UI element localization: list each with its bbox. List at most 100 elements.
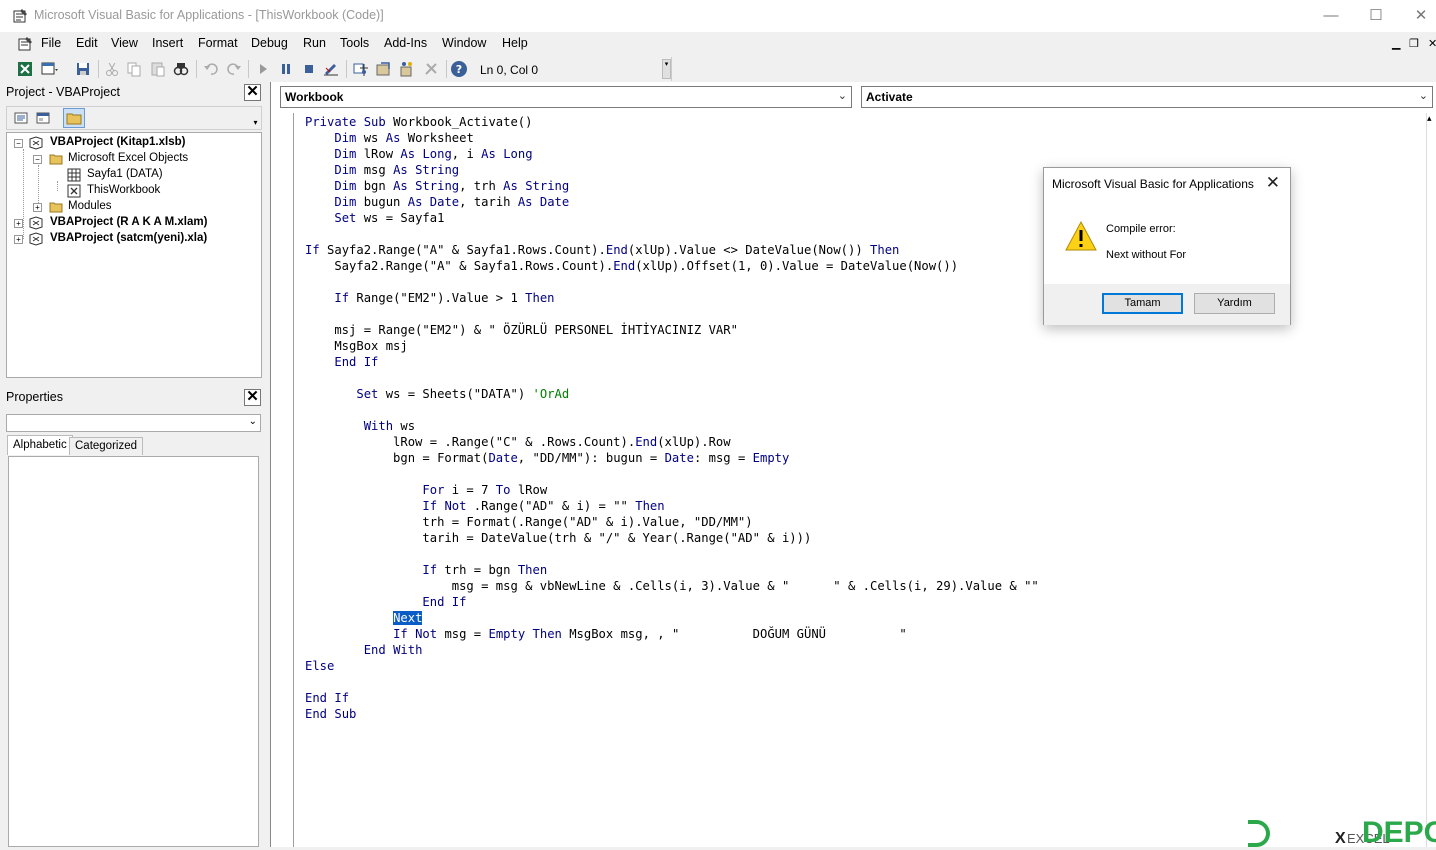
menu-view[interactable]: View <box>111 36 138 50</box>
code-line[interactable] <box>305 402 1039 418</box>
ok-button[interactable]: Tamam <box>1102 293 1183 314</box>
tree-item-sayfa1[interactable]: Sayfa1 (DATA) <box>87 168 163 180</box>
tree-expand-toggle[interactable]: + <box>33 203 42 212</box>
view-code-icon[interactable] <box>13 110 29 126</box>
menu-add-ins[interactable]: Add-Ins <box>384 36 427 50</box>
code-line[interactable]: Sayfa2.Range("A" & Sayfa1.Rows.Count).En… <box>305 258 1039 274</box>
code-line[interactable]: If Not msg = Empty Then MsgBox msg, , " … <box>305 626 1039 642</box>
break-icon[interactable] <box>277 60 295 78</box>
menu-run[interactable]: Run <box>303 36 326 50</box>
code-line[interactable] <box>305 274 1039 290</box>
code-line[interactable]: If Not .Range("AD" & i) = "" Then <box>305 498 1039 514</box>
code-line[interactable]: bgn = Format(Date, "DD/MM"): bugun = Dat… <box>305 450 1039 466</box>
mdi-close-button[interactable]: ✕ <box>1428 37 1436 50</box>
copy-icon[interactable] <box>125 60 143 78</box>
code-line[interactable] <box>305 306 1039 322</box>
tree-collapse-toggle[interactable]: − <box>33 155 42 164</box>
redo-icon[interactable] <box>225 60 243 78</box>
object-browser-icon[interactable] <box>398 60 416 78</box>
code-line[interactable]: Dim ws As Worksheet <box>305 130 1039 146</box>
code-line[interactable] <box>305 466 1039 482</box>
code-line[interactable]: If Sayfa2.Range("A" & Sayfa1.Rows.Count)… <box>305 242 1039 258</box>
code-line[interactable]: Private Sub Workbook_Activate() <box>305 114 1039 130</box>
menu-tools[interactable]: Tools <box>340 36 369 50</box>
code-line[interactable]: MsgBox msj <box>305 338 1039 354</box>
menu-format[interactable]: Format <box>198 36 238 50</box>
code-line[interactable]: Dim bgn As String, trh As String <box>305 178 1039 194</box>
code-line[interactable]: Dim msg As String <box>305 162 1039 178</box>
code-line[interactable]: For i = 7 To lRow <box>305 482 1039 498</box>
code-line[interactable] <box>305 226 1039 242</box>
reset-icon[interactable] <box>300 60 318 78</box>
undo-icon[interactable] <box>202 60 220 78</box>
close-window-button[interactable]: ✕ <box>1398 4 1436 28</box>
tree-item-thisworkbook[interactable]: ThisWorkbook <box>87 184 160 196</box>
menu-edit[interactable]: Edit <box>76 36 98 50</box>
properties-object-select[interactable]: ⌄ <box>6 414 261 432</box>
dialog-close-button[interactable]: ✕ <box>1266 173 1280 193</box>
code-line[interactable]: msj = Range("EM2") & " ÖZÜRLÜ PERSONEL İ… <box>305 322 1039 338</box>
code-line[interactable] <box>305 674 1039 690</box>
tab-categorized[interactable]: Categorized <box>69 437 144 455</box>
code-line[interactable]: If Range("EM2").Value > 1 Then <box>305 290 1039 306</box>
code-line[interactable]: Set ws = Sheets("DATA") 'OrAd <box>305 386 1039 402</box>
mdi-minimize-button[interactable]: ▁ <box>1392 37 1400 50</box>
tree-item-modules[interactable]: Modules <box>68 200 111 212</box>
view-object-icon[interactable] <box>35 110 51 126</box>
toolbox-icon[interactable] <box>422 60 440 78</box>
help-icon[interactable]: ? <box>450 60 468 78</box>
tree-item-vbaproject-satcm[interactable]: VBAProject (satcm(yeni).xla) <box>50 232 207 244</box>
code-line[interactable]: msg = msg & vbNewLine & .Cells(i, 3).Val… <box>305 578 1039 594</box>
code-line[interactable]: tarih = DateValue(trh & "/" & Year(.Rang… <box>305 530 1039 546</box>
menu-file[interactable]: File <box>41 36 61 50</box>
code-margin-indicator-bar[interactable] <box>272 113 294 847</box>
insert-userform-icon[interactable] <box>40 60 58 78</box>
code-line[interactable] <box>305 546 1039 562</box>
code-line[interactable]: Dim bugun As Date, tarih As Date <box>305 194 1039 210</box>
toolbar-options-button[interactable]: ▾ <box>662 59 671 79</box>
toggle-folders-button[interactable] <box>63 108 85 128</box>
code-line[interactable]: If trh = bgn Then <box>305 562 1039 578</box>
mdi-restore-button[interactable]: ❐ <box>1409 37 1419 50</box>
design-mode-icon[interactable] <box>322 60 340 78</box>
code-vertical-scrollbar[interactable]: ▴ <box>1426 113 1436 847</box>
project-toolbar-more-icon[interactable]: ▾ <box>251 116 260 129</box>
tab-alphabetic[interactable]: Alphabetic <box>7 435 73 455</box>
save-icon[interactable] <box>74 60 92 78</box>
menu-help[interactable]: Help <box>502 36 528 50</box>
code-line[interactable]: End If <box>305 690 1039 706</box>
menu-window[interactable]: Window <box>442 36 486 50</box>
project-explorer-icon[interactable] <box>352 60 370 78</box>
tree-item-excel-objects[interactable]: Microsoft Excel Objects <box>68 152 188 164</box>
maximize-button[interactable]: ☐ <box>1353 4 1399 28</box>
tree-item-vbaproject-rakam[interactable]: VBAProject (R A K A M.xlam) <box>50 216 207 228</box>
help-button[interactable]: Yardım <box>1194 293 1275 314</box>
code-line[interactable] <box>305 370 1039 386</box>
minimize-button[interactable]: — <box>1308 4 1354 28</box>
tree-collapse-toggle[interactable]: − <box>14 139 23 148</box>
run-icon[interactable] <box>254 60 272 78</box>
paste-icon[interactable] <box>149 60 167 78</box>
procedure-select[interactable]: Activate ⌄ <box>861 86 1433 108</box>
excel-icon[interactable] <box>16 60 34 78</box>
code-line[interactable]: Set ws = Sayfa1 <box>305 210 1039 226</box>
code-line[interactable]: End If <box>305 594 1039 610</box>
selected-error-token[interactable]: Next <box>393 611 423 625</box>
scroll-up-icon[interactable]: ▴ <box>1427 113 1432 124</box>
code-line[interactable]: End Sub <box>305 706 1039 722</box>
code-line[interactable]: End If <box>305 354 1039 370</box>
menu-debug[interactable]: Debug <box>251 36 288 50</box>
code-line[interactable]: With ws <box>305 418 1039 434</box>
project-panel-close-button[interactable]: ✕ <box>244 84 261 101</box>
properties-panel-close-button[interactable]: ✕ <box>244 389 261 406</box>
tree-expand-toggle[interactable]: + <box>14 235 23 244</box>
module-icon[interactable] <box>17 36 33 52</box>
code-line[interactable]: Next <box>305 610 1039 626</box>
code-line[interactable]: End With <box>305 642 1039 658</box>
code-line[interactable]: Else <box>305 658 1039 674</box>
tree-item-vbaproject-kitap1[interactable]: VBAProject (Kitap1.xlsb) <box>50 136 185 148</box>
menu-insert[interactable]: Insert <box>152 36 183 50</box>
code-line[interactable]: Dim lRow As Long, i As Long <box>305 146 1039 162</box>
properties-icon[interactable] <box>375 60 393 78</box>
code-line[interactable]: lRow = .Range("C" & .Rows.Count).End(xlU… <box>305 434 1039 450</box>
